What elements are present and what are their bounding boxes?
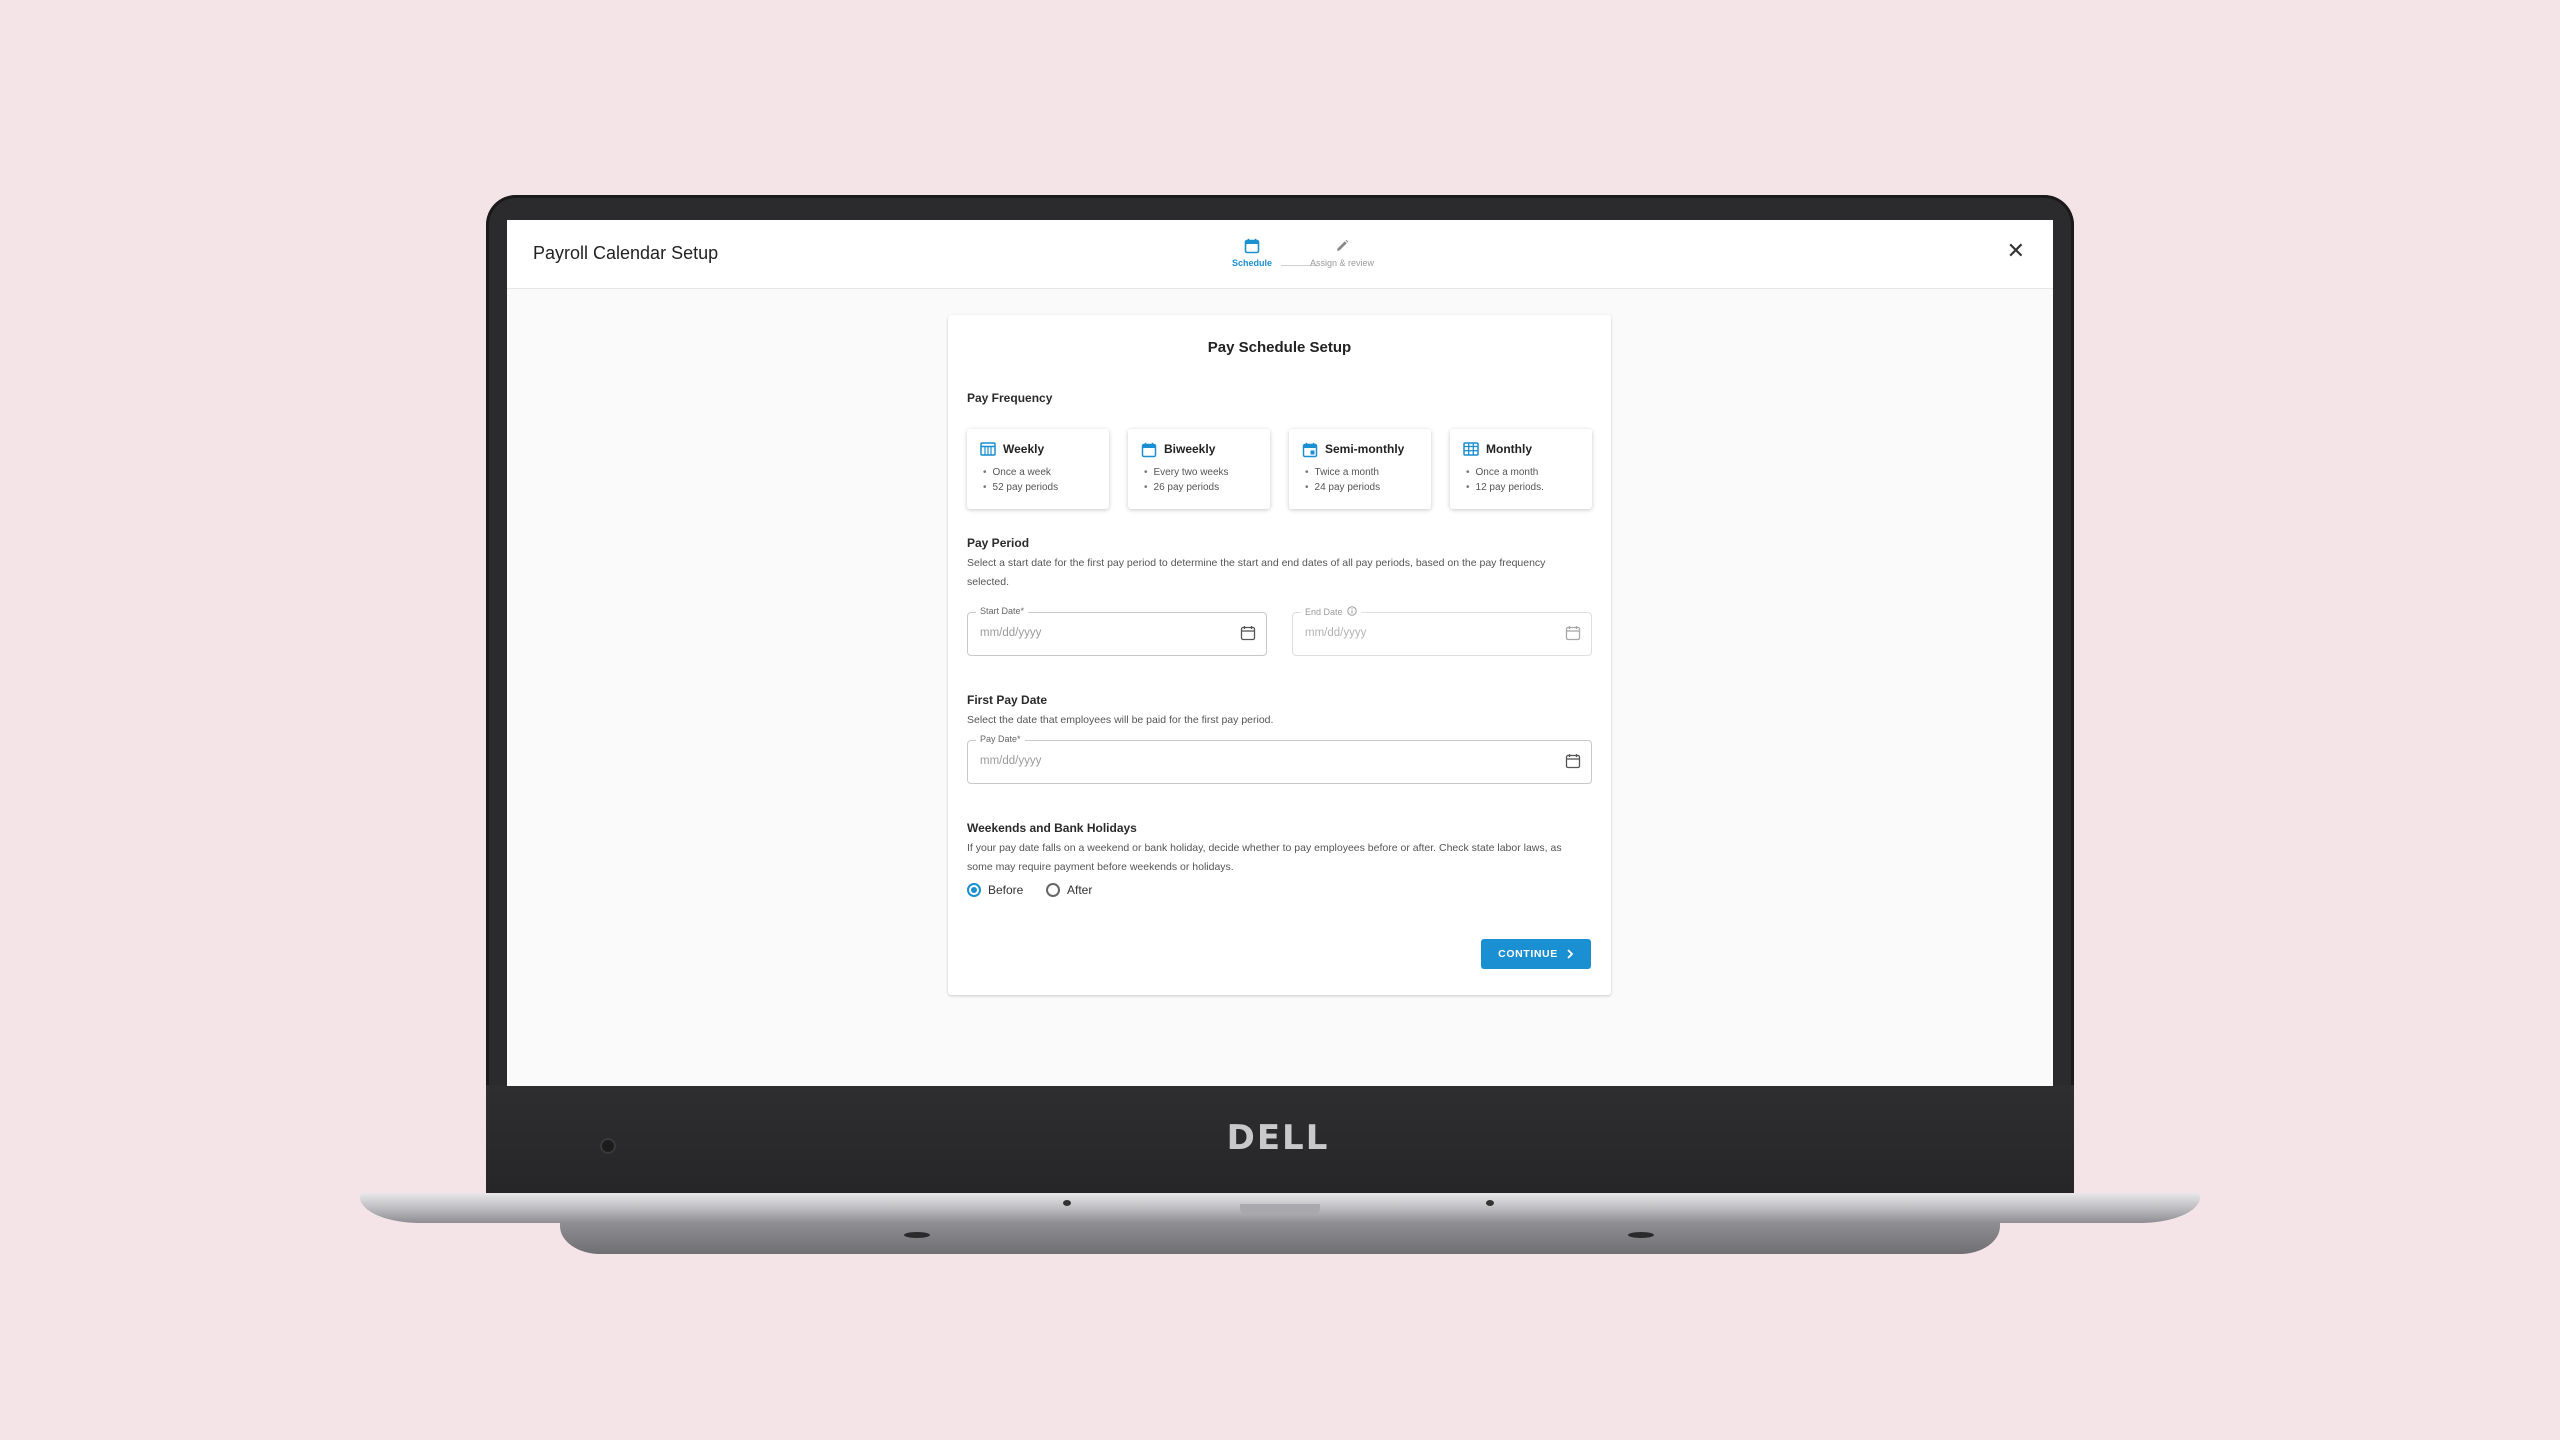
radio-label: Before	[988, 883, 1024, 897]
card-title: Pay Schedule Setup	[1207, 339, 1352, 356]
stepper: Schedule Assign & review	[1207, 238, 1407, 278]
radio-label: After	[1067, 883, 1093, 897]
frequency-detail: 24 pay periods	[1302, 481, 1381, 496]
radio-indicator[interactable]	[967, 883, 981, 897]
step-label: Schedule	[1231, 258, 1272, 268]
calendar-week-icon	[980, 442, 996, 456]
field-label: End Date	[1301, 606, 1362, 617]
end-date-field: End Date mm/dd/yyyy	[1292, 606, 1592, 656]
screen: Payroll Calendar Setup Schedule Assign &…	[507, 220, 2053, 1086]
webcam	[600, 1138, 616, 1154]
frequency-detail: Twice a month	[1302, 466, 1380, 481]
section-title-pay-frequency: Pay Frequency	[967, 391, 1053, 405]
close-icon[interactable]: ✕	[2007, 240, 2025, 262]
radio-after[interactable]: After	[1046, 883, 1092, 897]
frequency-details: Once a month 12 pay periods.	[1463, 466, 1544, 495]
frequency-option-biweekly[interactable]: Biweekly Every two weeks 26 pay periods	[1128, 429, 1270, 509]
step-assign-review[interactable]: Assign & review	[1297, 238, 1387, 268]
calendar-icon	[1141, 442, 1157, 458]
frequency-details: Every two weeks 26 pay periods	[1141, 466, 1229, 495]
calendar-icon[interactable]	[1240, 625, 1256, 641]
frequency-details: Twice a month 24 pay periods	[1302, 466, 1381, 496]
frequency-detail: Every two weeks	[1141, 466, 1229, 481]
frequency-option-semi-monthly[interactable]: Semi-monthly Twice a month 24 pay period…	[1289, 429, 1431, 509]
brand-logo: DELL	[1226, 1118, 1330, 1158]
frequency-detail: Once a week	[980, 466, 1058, 481]
hinge-dot	[1063, 1200, 1071, 1206]
section-description: Select the date that employees will be p…	[967, 714, 1274, 726]
section-title-weekends-holidays: Weekends and Bank Holidays	[967, 821, 1137, 835]
field-placeholder: mm/dd/yyyy	[1305, 627, 1367, 639]
pay-schedule-card: Pay Schedule Setup Pay Frequency Weekly …	[948, 315, 1611, 995]
section-description: Select a start date for the first pay pe…	[967, 557, 1546, 588]
pencil-icon	[1337, 239, 1349, 251]
section-description: If your pay date falls on a weekend or b…	[967, 842, 1562, 873]
frequency-detail: 26 pay periods	[1141, 481, 1229, 496]
field-placeholder: mm/dd/yyyy	[980, 755, 1042, 767]
section-title-pay-period: Pay Period	[967, 536, 1030, 550]
frequency-detail: Once a month	[1463, 466, 1544, 481]
radio-before[interactable]: Before	[967, 883, 1023, 897]
frequency-detail: 12 pay periods.	[1463, 481, 1544, 496]
laptop-base-bottom	[560, 1222, 2000, 1254]
frequency-name: Biweekly	[1164, 442, 1216, 456]
frequency-option-weekly[interactable]: Weekly Once a week 52 pay periods	[967, 429, 1109, 509]
laptop-foot	[904, 1232, 930, 1238]
calendar-icon	[1565, 626, 1581, 641]
laptop-notch	[1240, 1204, 1320, 1214]
field-label: Pay Date*	[976, 734, 1025, 744]
pay-date-field[interactable]: Pay Date* mm/dd/yyyy	[967, 734, 1592, 784]
field-placeholder: mm/dd/yyyy	[980, 627, 1042, 639]
page-title: Payroll Calendar Setup	[533, 243, 719, 263]
header-bar: Payroll Calendar Setup Schedule Assign &…	[507, 220, 2053, 289]
field-label: Start Date*	[976, 606, 1029, 616]
section-title-first-pay-date: First Pay Date	[967, 693, 1048, 707]
start-date-field[interactable]: Start Date* mm/dd/yyyy	[967, 606, 1267, 656]
frequency-detail: 52 pay periods	[980, 481, 1059, 496]
continue-button[interactable]: CONTINUE	[1481, 939, 1591, 969]
frequency-name: Monthly	[1486, 442, 1532, 456]
frequency-option-monthly[interactable]: Monthly Once a month 12 pay periods.	[1450, 429, 1592, 509]
info-icon[interactable]	[1347, 606, 1357, 616]
frequency-details: Once a week 52 pay periods	[980, 466, 1059, 496]
calendar-month-icon	[1463, 442, 1479, 456]
continue-label: CONTINUE	[1498, 948, 1558, 960]
radio-indicator[interactable]	[1046, 883, 1060, 897]
calendar-icon	[1244, 238, 1260, 254]
step-schedule[interactable]: Schedule	[1207, 238, 1297, 268]
chevron-right-icon	[1567, 949, 1574, 959]
frequency-name: Semi-monthly	[1325, 442, 1405, 456]
laptop-foot	[1628, 1232, 1654, 1238]
calendar-day-icon	[1302, 442, 1318, 458]
end-date-label: End Date	[1305, 607, 1343, 617]
frequency-name: Weekly	[1003, 442, 1045, 456]
step-label: Assign & review	[1309, 258, 1375, 268]
calendar-icon[interactable]	[1565, 753, 1581, 769]
hinge-dot	[1486, 1200, 1494, 1206]
